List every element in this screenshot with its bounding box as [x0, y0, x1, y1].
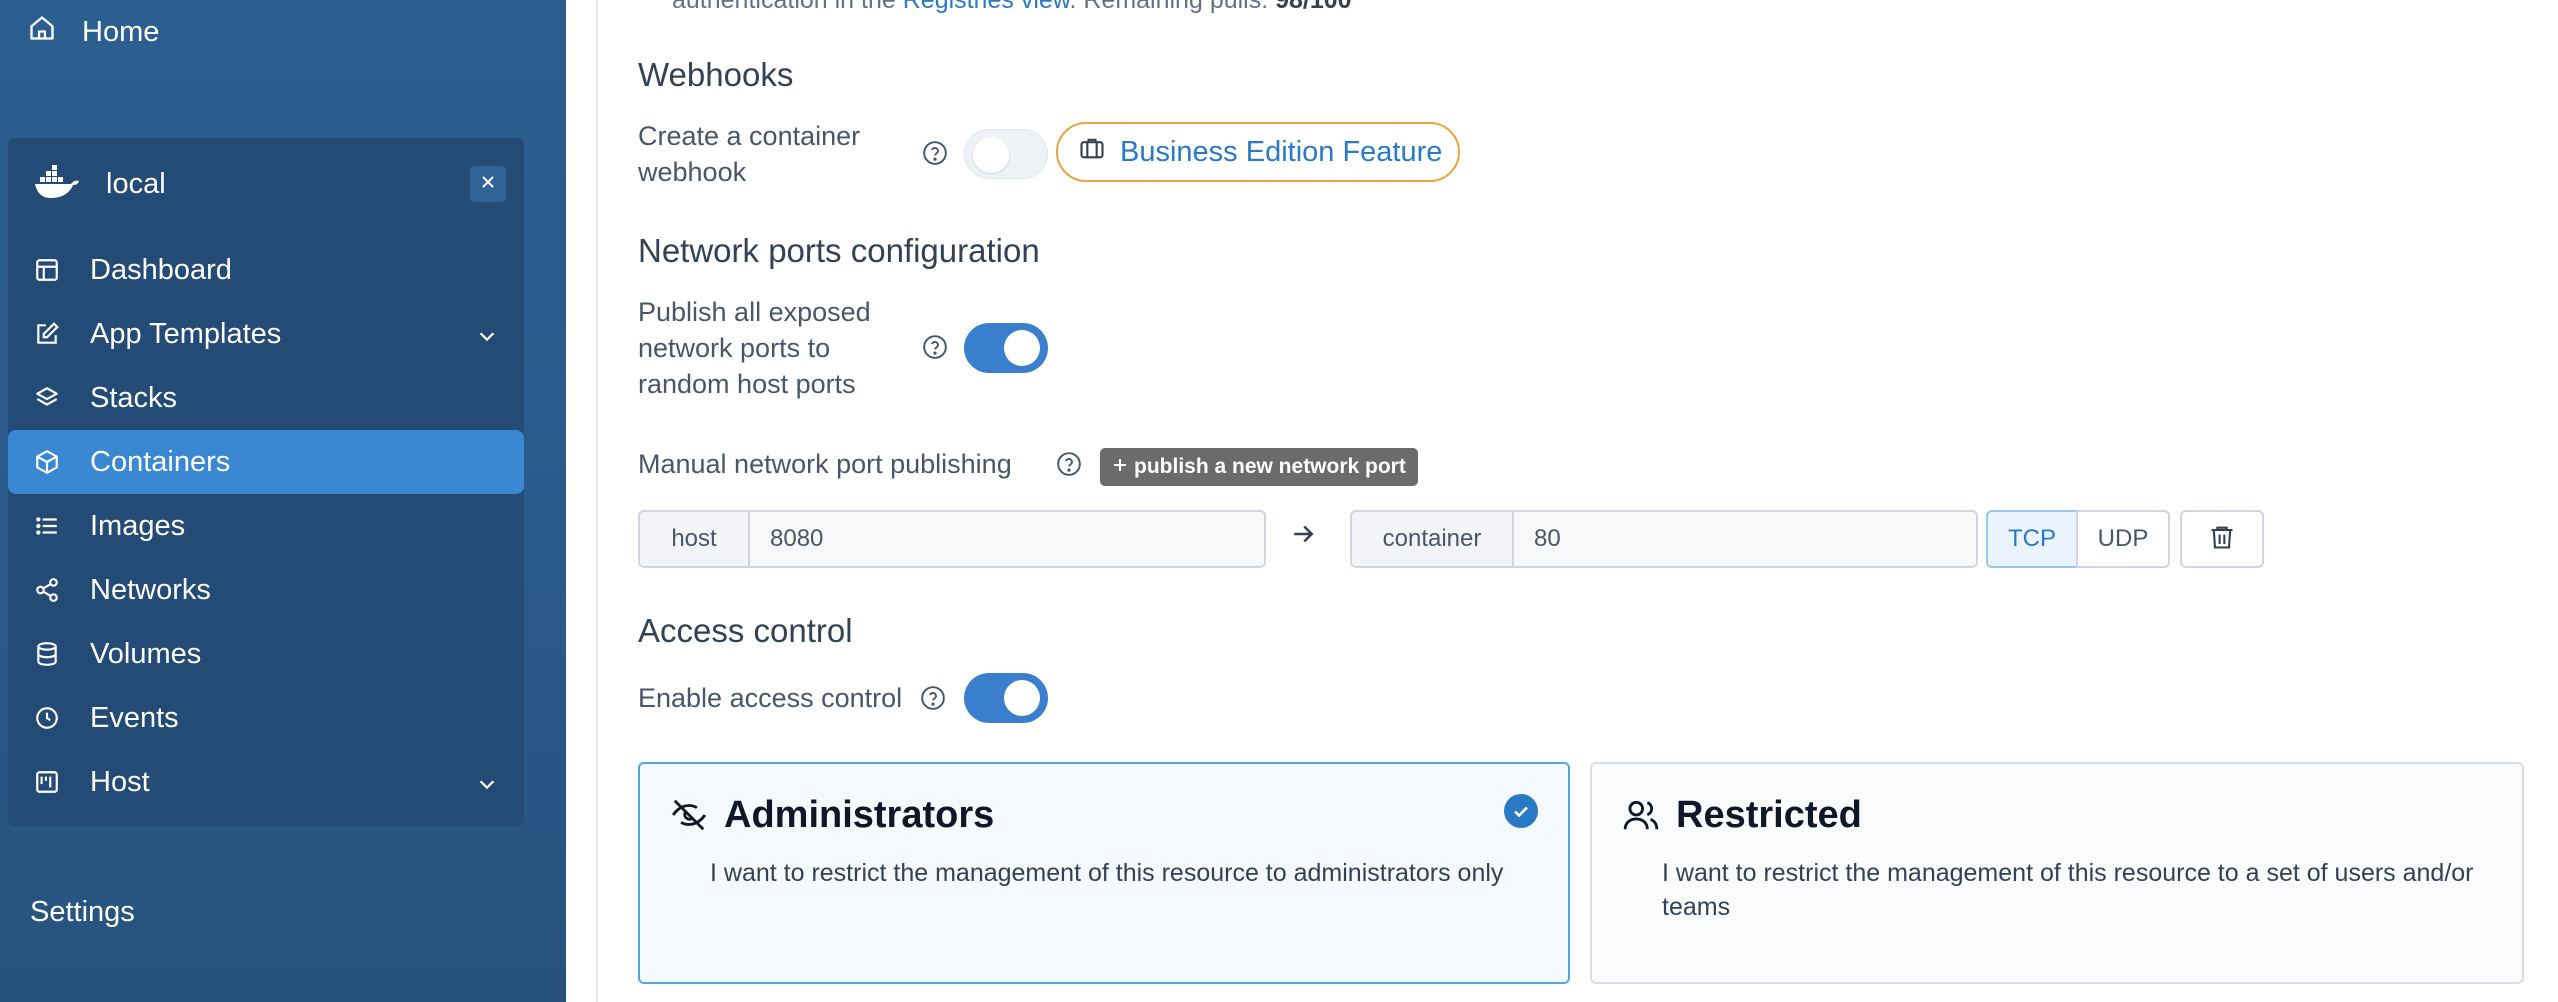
selected-check-icon	[1504, 794, 1538, 828]
access-control-title: Access control	[638, 612, 853, 649]
webhook-toggle[interactable]	[964, 129, 1048, 179]
sidebar-item-volumes[interactable]: Volumes	[8, 622, 524, 686]
sidebar-item-label: Stacks	[90, 381, 178, 414]
box-icon	[32, 447, 62, 477]
sidebar-item-networks[interactable]: Networks	[8, 558, 524, 622]
publish-all-label: Publish all exposed network ports to ran…	[638, 294, 871, 402]
trash-icon	[2208, 523, 2236, 556]
sidebar-item-app-templates[interactable]: App Templates	[8, 302, 524, 366]
business-edition-label: Business Edition Feature	[1120, 135, 1443, 168]
sidebar-item-label: Events	[90, 701, 179, 734]
host-port-input[interactable]: 8080	[748, 510, 1266, 568]
webhook-label-line: Create a container	[638, 121, 861, 151]
sidebar-item-settings[interactable]: Settings	[30, 896, 135, 929]
publish-all-label-line: Publish all exposed	[638, 297, 871, 327]
briefcase-icon	[1078, 134, 1106, 170]
protocol-tcp-button[interactable]: TCP	[1986, 510, 2078, 568]
option-description: I want to restrict the management of thi…	[710, 859, 1504, 887]
chevron-down-icon[interactable]	[476, 322, 498, 355]
sidebar-item-home[interactable]: Home	[28, 12, 159, 52]
sidebar: Home local Dashboard App Templates Stack…	[0, 0, 566, 1002]
dashboard-icon	[32, 255, 62, 285]
publish-all-label-line: network ports to	[638, 333, 831, 363]
sidebar-item-dashboard[interactable]: Dashboard	[8, 238, 524, 302]
protocol-udp-button[interactable]: UDP	[2076, 510, 2170, 568]
clock-icon	[32, 703, 62, 733]
environment-name: local	[106, 167, 166, 200]
remaining-pulls-count: 98/100	[1275, 0, 1352, 14]
sidebar-nav: Dashboard App Templates Stacks Container…	[8, 238, 524, 814]
chevron-down-icon[interactable]	[476, 770, 498, 803]
plus-icon	[1112, 455, 1128, 479]
close-environment-button[interactable]	[470, 166, 506, 202]
environment-header: local	[34, 160, 506, 208]
publish-all-toggle[interactable]	[964, 323, 1048, 373]
sidebar-item-label: Volumes	[90, 637, 202, 670]
access-option-administrators[interactable]: Administrators I want to restrict the ma…	[638, 762, 1570, 984]
sidebar-item-containers[interactable]: Containers	[8, 430, 524, 494]
business-edition-badge[interactable]: Business Edition Feature	[1056, 122, 1460, 182]
option-title: Administrators	[724, 794, 995, 836]
webhook-label: Create a container webhook	[638, 118, 860, 190]
registry-note-text: authentication in the	[672, 0, 903, 14]
sidebar-item-label: Dashboard	[90, 253, 232, 286]
help-icon[interactable]	[920, 685, 946, 711]
container-port-addon: container	[1350, 510, 1514, 568]
network-ports-title: Network ports configuration	[638, 232, 1040, 269]
server-icon	[32, 767, 62, 797]
layers-icon	[32, 383, 62, 413]
share-icon	[32, 575, 62, 605]
main-content: authentication in the Registries view. R…	[638, 0, 2558, 1002]
sidebar-item-label: Home	[82, 15, 160, 48]
container-port-input[interactable]: 80	[1512, 510, 1978, 568]
sidebar-item-host[interactable]: Host	[8, 750, 524, 814]
docker-icon	[34, 164, 80, 204]
webhook-label-line: webhook	[638, 157, 747, 187]
option-description: I want to restrict the management of thi…	[1662, 859, 2474, 921]
help-icon[interactable]	[922, 334, 948, 360]
option-title: Restricted	[1676, 794, 1862, 836]
access-control-toggle[interactable]	[964, 673, 1048, 723]
publish-all-label-line: random host ports	[638, 369, 856, 399]
users-icon	[1622, 796, 1662, 836]
remove-port-button[interactable]	[2180, 510, 2264, 568]
sidebar-item-events[interactable]: Events	[8, 686, 524, 750]
access-option-restricted[interactable]: Restricted I want to restrict the manage…	[1590, 762, 2524, 984]
sidebar-item-label: Containers	[90, 445, 231, 478]
registry-note: authentication in the Registries view. R…	[672, 0, 1352, 15]
content-divider	[596, 0, 598, 1002]
list-icon	[32, 511, 62, 541]
eye-off-icon	[670, 796, 710, 836]
publish-new-port-label: publish a new network port	[1134, 455, 1406, 478]
sidebar-item-label: Images	[90, 509, 186, 542]
manual-publishing-label: Manual network port publishing	[638, 449, 1012, 479]
sidebar-item-label: App Templates	[90, 317, 282, 350]
close-icon	[480, 174, 496, 195]
help-icon[interactable]	[1056, 451, 1082, 477]
arrow-right-icon	[1288, 519, 1318, 554]
publish-new-port-button[interactable]: publish a new network port	[1100, 448, 1418, 486]
database-icon	[32, 639, 62, 669]
sidebar-item-images[interactable]: Images	[8, 494, 524, 558]
registries-view-link[interactable]: Registries view	[903, 0, 1070, 14]
help-icon[interactable]	[922, 140, 948, 166]
sidebar-item-label: Networks	[90, 573, 211, 606]
edit-icon	[32, 319, 62, 349]
sidebar-item-label: Host	[90, 765, 150, 798]
host-port-addon: host	[638, 510, 750, 568]
registry-note-suffix: . Remaining pulls:	[1069, 0, 1276, 14]
webhooks-title: Webhooks	[638, 56, 794, 93]
sidebar-item-stacks[interactable]: Stacks	[8, 366, 524, 430]
enable-access-label: Enable access control	[638, 683, 903, 713]
home-icon	[28, 14, 56, 50]
environment-panel: local Dashboard App Templates Stacks Con…	[8, 138, 524, 826]
